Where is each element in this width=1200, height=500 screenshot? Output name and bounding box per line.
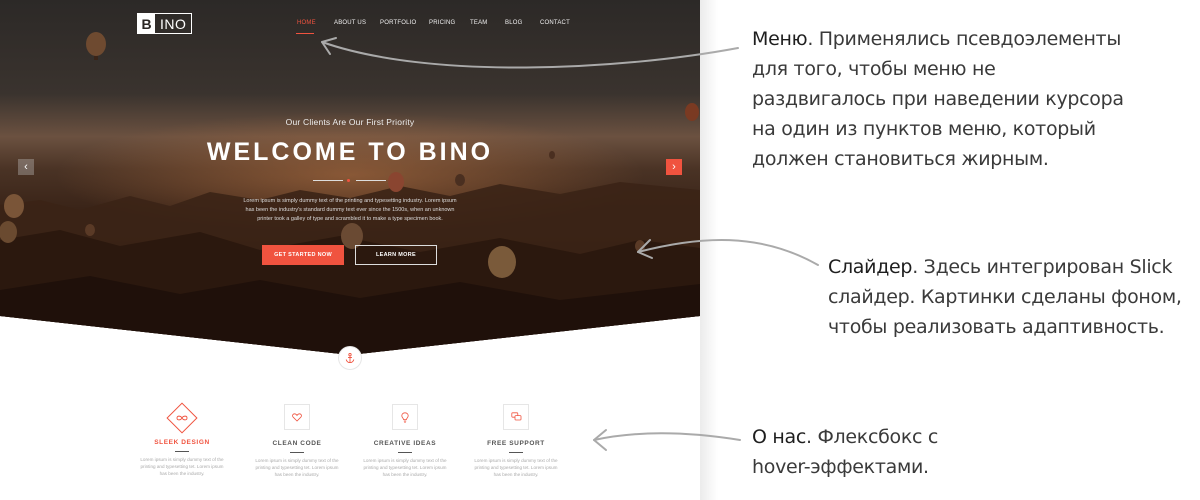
note-menu-line: должен становиться жирным. xyxy=(752,148,1049,170)
nav-contact[interactable]: CONTACT xyxy=(540,20,570,26)
feature-divider xyxy=(290,452,304,453)
note-menu-line: для того, чтобы меню не xyxy=(752,58,996,80)
note-slider-line: . Здесь интегрирован Slick xyxy=(912,256,1173,278)
heart-icon xyxy=(292,412,302,422)
feature-text: Lorem ipsum is simply dummy text of the … xyxy=(255,458,339,477)
feature-divider xyxy=(398,452,412,453)
nav-blog[interactable]: BLOG xyxy=(505,20,522,26)
feature-icon-frame xyxy=(392,404,418,430)
chevron-right-icon: › xyxy=(672,161,676,173)
nav-pricing[interactable]: PRICING xyxy=(429,20,455,26)
hero-title: WELCOME TO BINO xyxy=(206,138,494,166)
feature-icon-frame xyxy=(166,402,198,434)
website-mockup: B INO HOME ABOUT US PORTFOLIO PRICING TE… xyxy=(0,0,700,500)
anchor-icon xyxy=(345,352,355,363)
note-slider-line: слайдер. Картинки сделаны фоном, xyxy=(828,286,1182,308)
feature-text: Lorem ipsum is simply dummy text of the … xyxy=(474,458,558,477)
note-about-line: . Флексбокс с xyxy=(806,426,939,448)
note-menu-head: Меню xyxy=(752,28,808,50)
note-menu: Меню. Применялись псевдоэлементы для тог… xyxy=(752,24,1192,174)
feature-name: CLEAN CODE xyxy=(272,440,322,447)
feature-name: CREATIVE IDEAS xyxy=(373,440,437,447)
feature-text: Lorem ipsum is simply dummy text of the … xyxy=(140,457,224,476)
lightbulb-icon xyxy=(401,411,409,423)
feature-divider xyxy=(509,452,523,453)
feature-sleek-design[interactable]: SLEEK DESIGN Lorem ipsum is simply dummy… xyxy=(134,402,230,477)
get-started-button[interactable]: GET STARTED NOW xyxy=(262,245,344,265)
note-menu-line: на один из пунктов меню, который xyxy=(752,118,1096,140)
feature-icon-frame xyxy=(503,404,529,430)
chat-icon xyxy=(510,412,521,421)
feature-name: FREE SUPPORT xyxy=(487,440,545,447)
note-menu-line: . Применялись псевдоэлементы xyxy=(807,28,1122,50)
feature-creative-ideas[interactable]: CREATIVE IDEAS Lorem ipsum is simply dum… xyxy=(357,404,453,478)
nav-portfolio[interactable]: PORTFOLIO xyxy=(380,20,416,26)
nav-active-underline xyxy=(296,33,314,34)
learn-more-button[interactable]: LEARN MORE xyxy=(355,245,437,265)
nav-team[interactable]: TEAM xyxy=(470,20,487,26)
feature-name: SLEEK DESIGN xyxy=(154,439,210,446)
nav-home[interactable]: HOME xyxy=(297,20,316,26)
infinity-icon xyxy=(176,415,188,421)
feature-icon-frame xyxy=(284,404,310,430)
feature-divider xyxy=(175,451,189,452)
note-menu-line: раздвигалось при наведении курсора xyxy=(752,88,1124,110)
note-about-head: О нас xyxy=(752,426,807,448)
note-slider: Слайдер. Здесь интегрирован Slick слайде… xyxy=(828,252,1198,342)
note-slider-head: Слайдер xyxy=(828,256,913,278)
note-about-line: hover-эффектами. xyxy=(752,456,929,478)
main-nav: HOME ABOUT US PORTFOLIO PRICING TEAM BLO… xyxy=(0,20,700,34)
hero-divider xyxy=(313,179,386,182)
feature-free-support[interactable]: FREE SUPPORT Lorem ipsum is simply dummy… xyxy=(468,404,564,478)
panel-shadow xyxy=(700,0,718,500)
hero-slider: B INO HOME ABOUT US PORTFOLIO PRICING TE… xyxy=(0,0,700,355)
feature-text: Lorem ipsum is simply dummy text of the … xyxy=(363,458,447,477)
feature-clean-code[interactable]: CLEAN CODE Lorem ipsum is simply dummy t… xyxy=(249,404,345,478)
slider-next-button[interactable]: › xyxy=(666,159,682,175)
hero-description: Lorem ipsum is simply dummy text of the … xyxy=(243,198,457,222)
scroll-down-button[interactable] xyxy=(339,347,361,369)
note-about: О нас. Флексбокс с hover-эффектами. xyxy=(752,422,1112,482)
note-slider-line: чтобы реализовать адаптивность. xyxy=(828,316,1165,338)
hero-subtitle: Our Clients Are Our First Priority xyxy=(285,117,415,127)
chevron-left-icon: ‹ xyxy=(24,161,28,173)
slider-prev-button[interactable]: ‹ xyxy=(18,159,34,175)
nav-about-us[interactable]: ABOUT US xyxy=(334,20,366,26)
